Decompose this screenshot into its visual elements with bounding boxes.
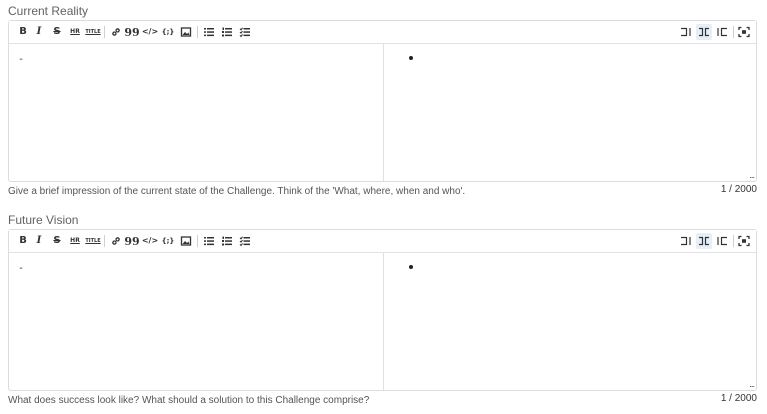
editor-panes: - ... xyxy=(9,44,756,181)
character-counter: 1 / 2000 xyxy=(720,184,757,195)
field-label: Current Reality xyxy=(8,4,89,18)
title-icon[interactable]: TITLE xyxy=(85,233,101,249)
ordered-list-icon[interactable] xyxy=(219,233,235,249)
editor-only-icon[interactable] xyxy=(678,233,694,249)
code-block-icon[interactable]: {;} xyxy=(160,24,176,40)
quote-icon[interactable]: 99 xyxy=(124,24,140,40)
future-vision-field: Future Vision B I S HR TITLE 99 </> {;} xyxy=(8,212,757,409)
markdown-input[interactable]: - xyxy=(9,44,384,181)
quote-icon[interactable]: 99 xyxy=(124,233,140,249)
unordered-list-icon[interactable] xyxy=(201,233,217,249)
markdown-editor: B I S HR TITLE 99 </> {;} - ... xyxy=(8,20,757,182)
resize-handle[interactable]: ... xyxy=(749,172,755,180)
bold-icon[interactable]: B xyxy=(15,233,31,249)
toolbar-divider xyxy=(197,235,198,247)
field-footer: What does success look like? What should… xyxy=(8,393,757,409)
bold-icon[interactable]: B xyxy=(15,24,31,40)
strikethrough-icon[interactable]: S xyxy=(49,24,65,40)
toolbar-divider xyxy=(104,26,105,38)
code-block-icon[interactable]: {;} xyxy=(160,233,176,249)
preview-pane: ... xyxy=(385,44,756,181)
preview-bullet xyxy=(409,265,413,269)
editor-toolbar: B I S HR TITLE 99 </> {;} xyxy=(9,21,756,44)
fullscreen-icon[interactable] xyxy=(736,233,752,249)
unordered-list-icon[interactable] xyxy=(201,24,217,40)
strikethrough-icon[interactable]: S xyxy=(49,233,65,249)
resize-handle[interactable]: ... xyxy=(749,381,755,389)
editor-only-icon[interactable] xyxy=(678,24,694,40)
task-list-icon[interactable] xyxy=(237,24,253,40)
field-footer: Give a brief impression of the current s… xyxy=(8,184,757,200)
markdown-editor: B I S HR TITLE 99 </> {;} - ... xyxy=(8,229,757,391)
horizontal-rule-icon[interactable]: HR xyxy=(67,233,83,249)
italic-icon[interactable]: I xyxy=(31,233,47,249)
character-counter: 1 / 2000 xyxy=(720,393,757,404)
toolbar-divider xyxy=(733,235,734,247)
current-reality-field: Current Reality B I S HR TITLE 99 </> {;… xyxy=(8,3,757,200)
ordered-list-icon[interactable] xyxy=(219,24,235,40)
field-label: Future Vision xyxy=(8,213,79,227)
preview-bullet xyxy=(409,56,413,60)
preview-only-icon[interactable] xyxy=(714,233,730,249)
task-list-icon[interactable] xyxy=(237,233,253,249)
horizontal-rule-icon[interactable]: HR xyxy=(67,24,83,40)
markdown-input[interactable]: - xyxy=(9,253,384,390)
italic-icon[interactable]: I xyxy=(31,24,47,40)
toolbar-divider xyxy=(197,26,198,38)
link-icon[interactable] xyxy=(108,24,124,40)
live-preview-icon[interactable] xyxy=(696,24,712,40)
toolbar-divider xyxy=(733,26,734,38)
preview-only-icon[interactable] xyxy=(714,24,730,40)
image-icon[interactable] xyxy=(178,24,194,40)
image-icon[interactable] xyxy=(178,233,194,249)
editor-toolbar: B I S HR TITLE 99 </> {;} xyxy=(9,230,756,253)
code-icon[interactable]: </> xyxy=(142,24,158,40)
link-icon[interactable] xyxy=(108,233,124,249)
code-icon[interactable]: </> xyxy=(142,233,158,249)
live-preview-icon[interactable] xyxy=(696,233,712,249)
help-text: What does success look like? What should… xyxy=(8,395,370,406)
toolbar-divider xyxy=(104,235,105,247)
editor-panes: - ... xyxy=(9,253,756,390)
preview-pane: ... xyxy=(385,253,756,390)
title-icon[interactable]: TITLE xyxy=(85,24,101,40)
fullscreen-icon[interactable] xyxy=(736,24,752,40)
help-text: Give a brief impression of the current s… xyxy=(8,186,466,197)
